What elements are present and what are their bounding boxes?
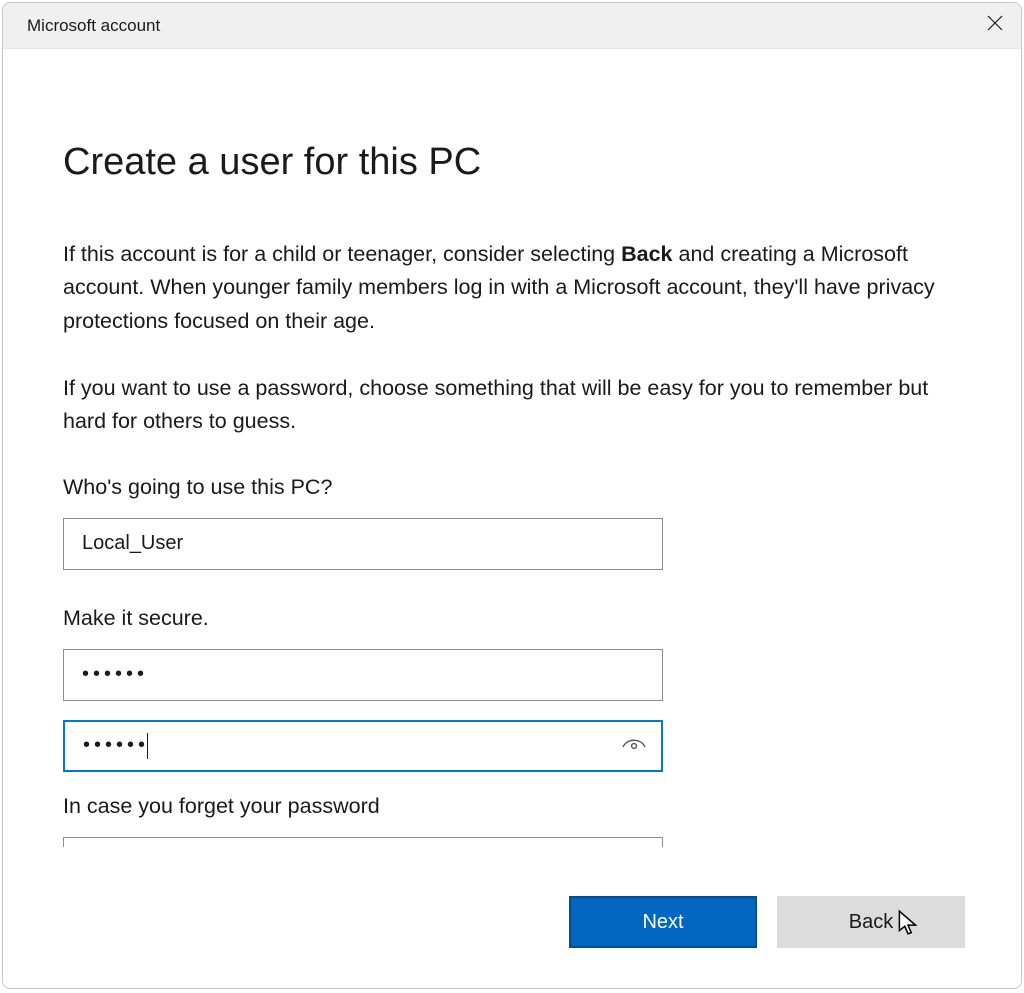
username-label: Who's going to use this PC? <box>63 475 961 500</box>
text-cursor <box>147 733 148 759</box>
para1-before: If this account is for a child or teenag… <box>63 242 621 266</box>
back-button[interactable]: Back <box>777 896 965 948</box>
password-label: Make it secure. <box>63 606 961 631</box>
confirm-password-input[interactable]: •••••• <box>63 720 663 772</box>
close-button[interactable] <box>969 3 1021 49</box>
reveal-password-button[interactable] <box>621 733 647 759</box>
content-area: Create a user for this PC If this accoun… <box>3 49 1021 988</box>
confirm-password-mask: •••••• <box>83 734 149 757</box>
hint-label: In case you forget your password <box>63 794 961 819</box>
password-mask: •••••• <box>82 663 148 686</box>
dialog-window: Microsoft account Create a user for this… <box>2 2 1022 989</box>
confirm-password-wrapper: •••••• <box>63 720 663 772</box>
password-wrapper: •••••• <box>63 649 663 701</box>
eye-icon <box>621 733 647 759</box>
titlebar: Microsoft account <box>3 3 1021 49</box>
window-title: Microsoft account <box>27 16 160 36</box>
confirm-password-mask-wrap: •••••• <box>83 733 148 759</box>
password-input[interactable]: •••••• <box>63 649 663 701</box>
para1-bold: Back <box>621 242 672 266</box>
next-button[interactable]: Next <box>569 896 757 948</box>
page-title: Create a user for this PC <box>63 141 961 184</box>
intro-paragraph-1: If this account is for a child or teenag… <box>63 238 961 338</box>
intro-paragraph-2: If you want to use a password, choose so… <box>63 372 961 439</box>
footer-buttons: Next Back <box>569 896 965 948</box>
security-question-input-cutoff[interactable] <box>63 837 663 847</box>
close-icon <box>987 15 1003 36</box>
username-input[interactable] <box>63 518 663 570</box>
